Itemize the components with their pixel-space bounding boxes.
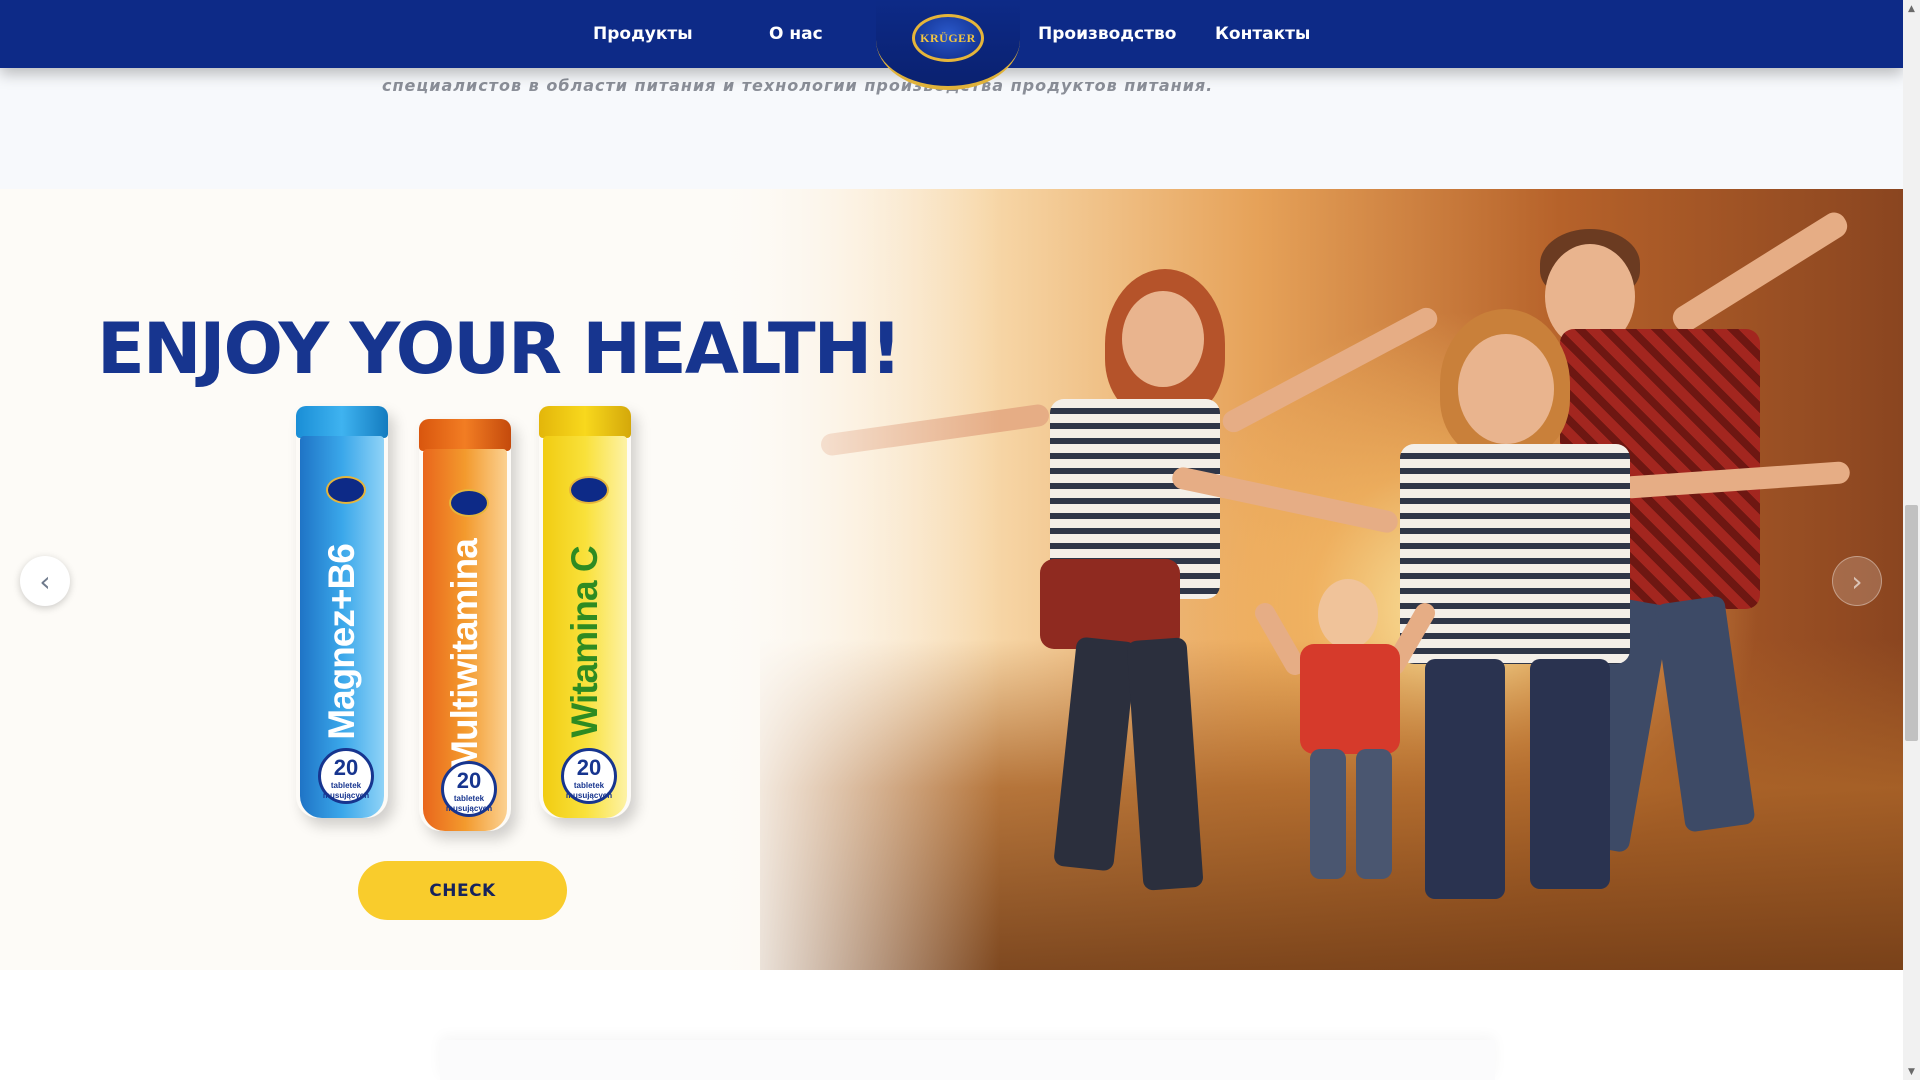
- product-name: Witamina C: [564, 546, 605, 738]
- kruger-logo-icon: KRÜGER: [912, 14, 984, 62]
- product-tube-witamina-c: Witamina C 20 tabletek musujących: [539, 406, 631, 818]
- check-button[interactable]: CHECK: [358, 861, 567, 920]
- next-section: [0, 970, 1903, 1080]
- tablet-count: 20 tabletek musujących: [441, 761, 497, 817]
- kruger-badge-icon: [569, 476, 609, 504]
- tube-cap: [539, 406, 631, 438]
- photo-boy: [1251, 579, 1439, 899]
- tablet-count-label: tabletek musujących: [322, 781, 370, 800]
- tube-body: Witamina C 20 tabletek musujących: [543, 436, 627, 818]
- nav-link-about[interactable]: О нас: [769, 0, 823, 68]
- tube-cap: [419, 419, 511, 451]
- tablet-count-value: 20: [333, 755, 359, 780]
- slider-next-arrow-icon[interactable]: ›: [1832, 556, 1882, 606]
- kruger-badge-icon: [449, 489, 489, 517]
- tablet-count: 20 tabletek musujących: [318, 748, 374, 804]
- hero-title: ENJOY YOUR HEALTH!: [97, 307, 902, 390]
- product-tube-magnez-b6: Magnez+B6 20 tabletek musujących: [296, 406, 388, 818]
- next-section-card: [440, 1040, 1495, 1080]
- nav-link-products[interactable]: Продукты: [593, 0, 693, 68]
- hero-slider: ENJOY YOUR HEALTH! Magnez+B6 20 tabletek…: [0, 189, 1903, 970]
- tablet-count-label: tabletek musujących: [445, 794, 493, 813]
- scroll-down-arrow-icon[interactable]: ▼: [1903, 1063, 1920, 1080]
- scroll-up-arrow-icon[interactable]: ▲: [1903, 0, 1920, 17]
- product-name: Multiwitamina: [444, 539, 485, 772]
- intro-text: специалистов в области питания и техноло…: [382, 76, 1214, 95]
- tablet-count-value: 20: [576, 755, 602, 780]
- tube-cap: [296, 406, 388, 438]
- tablet-count-label: tabletek musujących: [565, 781, 613, 800]
- scroll-thumb[interactable]: [1905, 505, 1918, 741]
- slider-prev-arrow-icon[interactable]: ‹: [20, 556, 70, 606]
- page: Продукты О нас Производство Контакты KRÜ…: [0, 0, 1903, 1080]
- tablet-count: 20 tabletek musujących: [561, 748, 617, 804]
- tube-body: Magnez+B6 20 tabletek musujących: [300, 436, 384, 818]
- kruger-badge-icon: [326, 476, 366, 504]
- tube-body: Multiwitamina 20 tabletek musujących: [423, 449, 507, 831]
- nav-link-production[interactable]: Производство: [1038, 0, 1176, 68]
- nav-link-contacts[interactable]: Контакты: [1215, 0, 1310, 68]
- product-name: Magnez+B6: [321, 544, 362, 741]
- logo-text: KRÜGER: [920, 30, 976, 45]
- product-tube-multiwitamina: Multiwitamina 20 tabletek musujących: [419, 419, 511, 831]
- page-scrollbar[interactable]: ▲ ▼: [1903, 0, 1920, 1080]
- tablet-count-value: 20: [456, 768, 482, 793]
